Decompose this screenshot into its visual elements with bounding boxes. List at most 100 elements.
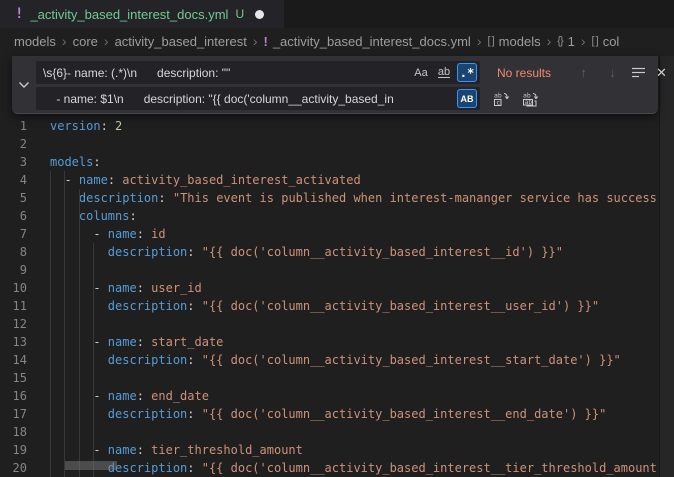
breadcrumb-item[interactable]: [ ] col bbox=[592, 34, 620, 49]
find-in-selection-button[interactable] bbox=[627, 61, 650, 84]
line-number: 17 bbox=[0, 405, 27, 423]
line-number: 19 bbox=[0, 441, 27, 459]
close-find-widget-button[interactable]: ✕ bbox=[650, 61, 673, 84]
indent-guide bbox=[93, 243, 94, 477]
code-line-row[interactable]: 4 - name: activity_based_interest_activa… bbox=[0, 171, 674, 189]
line-number: 3 bbox=[0, 153, 27, 171]
code-line: description: "{{ doc('column__activity_b… bbox=[50, 459, 674, 477]
find-results-status: No results bbox=[487, 61, 551, 84]
code-line-row[interactable]: 6 columns: bbox=[0, 207, 674, 225]
code-line-row[interactable]: 1version: 2 bbox=[0, 117, 674, 135]
line-number: 1 bbox=[0, 117, 27, 135]
breadcrumb-item[interactable]: [ ]models bbox=[488, 34, 541, 49]
find-replace-widget: \s{6}- name: (.*)\n description: "" Aa a… bbox=[12, 56, 658, 114]
symbol-array-icon: [ ] bbox=[488, 35, 494, 47]
code-line-row[interactable]: 2 bbox=[0, 135, 674, 153]
replace-all-button[interactable]: ab ab bbox=[518, 87, 541, 110]
symbol-array-icon: [ ] bbox=[592, 35, 598, 47]
line-number: 10 bbox=[0, 279, 27, 297]
editor-code-area[interactable]: 1version: 223models:4 - name: activity_b… bbox=[0, 117, 674, 477]
vertical-scrollbar-track[interactable] bbox=[659, 56, 674, 477]
code-line-row[interactable]: 11 description: "{{ doc('column__activit… bbox=[0, 297, 674, 315]
code-line-row[interactable]: 7 - name: id bbox=[0, 225, 674, 243]
breadcrumb-item[interactable]: activity_based_interest bbox=[115, 34, 247, 49]
code-line-row[interactable]: 12 bbox=[0, 315, 674, 333]
breadcrumb-separator-icon: › bbox=[102, 33, 111, 49]
line-number: 16 bbox=[0, 387, 27, 405]
line-number: 7 bbox=[0, 225, 27, 243]
whole-word-label: ab bbox=[438, 67, 450, 78]
breadcrumb: models›core›activity_based_interest›!_ac… bbox=[0, 28, 674, 54]
code-line-row[interactable]: 19 - name: tier_threshold_amount bbox=[0, 441, 674, 459]
preserve-case-toggle[interactable]: AB bbox=[457, 89, 477, 108]
code-line: description: "{{ doc('column__activity_b… bbox=[50, 297, 674, 315]
regex-toggle[interactable]: .* bbox=[457, 63, 477, 82]
code-line-row[interactable]: 16 - name: end_date bbox=[0, 387, 674, 405]
code-line: - name: start_date bbox=[50, 333, 674, 351]
yaml-icon: ! bbox=[263, 34, 267, 49]
breadcrumb-separator-icon: › bbox=[60, 33, 69, 49]
horizontal-scrollbar-thumb[interactable] bbox=[65, 461, 117, 470]
whole-word-toggle[interactable]: ab bbox=[434, 63, 454, 82]
replace-button[interactable]: ab c bbox=[489, 87, 512, 110]
git-status-badge: U bbox=[235, 7, 244, 21]
toggle-replace-chevron-icon[interactable] bbox=[12, 56, 36, 113]
yaml-file-icon: ! bbox=[15, 6, 23, 22]
line-number: 13 bbox=[0, 333, 27, 351]
breadcrumb-item-label: col bbox=[603, 34, 620, 49]
indent-guide bbox=[79, 189, 80, 477]
breadcrumb-item[interactable]: {}1 bbox=[557, 34, 575, 49]
code-line: - name: activity_based_interest_activate… bbox=[50, 171, 674, 189]
breadcrumb-separator-icon: › bbox=[251, 33, 260, 49]
line-number: 6 bbox=[0, 207, 27, 225]
breadcrumb-separator-icon: › bbox=[545, 33, 554, 49]
breadcrumb-separator-icon: › bbox=[475, 33, 484, 49]
vscode-window: ! _activity_based_interest_docs.yml U mo… bbox=[0, 0, 674, 477]
code-line: columns: bbox=[50, 207, 674, 225]
code-line: - name: tier_threshold_amount bbox=[50, 441, 674, 459]
tab-active-file[interactable]: ! _activity_based_interest_docs.yml U bbox=[0, 0, 284, 28]
breadcrumb-item[interactable]: !_activity_based_interest_docs.yml bbox=[263, 34, 470, 49]
modified-dot-icon[interactable] bbox=[255, 10, 264, 19]
match-case-toggle[interactable]: Aa bbox=[411, 63, 431, 82]
code-line-row[interactable]: 8 description: "{{ doc('column__activity… bbox=[0, 243, 674, 261]
breadcrumb-item-label: 1 bbox=[568, 34, 575, 49]
code-line-row[interactable]: 15 bbox=[0, 369, 674, 387]
code-line bbox=[50, 315, 674, 333]
code-line-row[interactable]: 10 - name: user_id bbox=[0, 279, 674, 297]
previous-match-button[interactable]: ↑ bbox=[572, 61, 595, 84]
code-line-row[interactable]: 9 bbox=[0, 261, 674, 279]
breadcrumb-item[interactable]: core bbox=[73, 34, 98, 49]
code-line: models: bbox=[50, 153, 674, 171]
line-number: 5 bbox=[0, 189, 27, 207]
line-number: 8 bbox=[0, 243, 27, 261]
code-line-row[interactable]: 3 models: bbox=[0, 153, 674, 171]
code-line-row[interactable]: 17 description: "{{ doc('column__activit… bbox=[0, 405, 674, 423]
code-line-row[interactable]: 14 description: "{{ doc('column__activit… bbox=[0, 351, 674, 369]
find-input[interactable]: \s{6}- name: (.*)\n description: "" Aa a… bbox=[36, 61, 480, 84]
code-line bbox=[50, 369, 674, 387]
find-query-text: \s{6}- name: (.*)\n description: "" bbox=[43, 66, 411, 80]
breadcrumb-item-label: core bbox=[73, 34, 98, 49]
line-number: 4 bbox=[0, 171, 27, 189]
breadcrumb-item-label: activity_based_interest bbox=[115, 34, 247, 49]
code-line-row[interactable]: 5 description: "This event is published … bbox=[0, 189, 674, 207]
indent-guide bbox=[64, 171, 65, 477]
svg-text:c: c bbox=[496, 98, 500, 106]
breadcrumb-item[interactable]: models bbox=[14, 34, 56, 49]
breadcrumb-separator-icon: › bbox=[579, 33, 588, 49]
replace-input[interactable]: - name: $1\n description: "{{ doc('colum… bbox=[36, 87, 480, 110]
code-line-row[interactable]: 18 bbox=[0, 423, 674, 441]
line-number: 11 bbox=[0, 297, 27, 315]
code-line-row[interactable]: 13 - name: start_date bbox=[0, 333, 674, 351]
indent-guide bbox=[50, 171, 51, 477]
code-line: - name: id bbox=[50, 225, 674, 243]
tab-title: _activity_based_interest_docs.yml bbox=[30, 7, 228, 22]
next-match-button[interactable]: ↓ bbox=[601, 61, 624, 84]
replace-value-text: - name: $1\n description: "{{ doc('colum… bbox=[43, 92, 457, 106]
line-number: 9 bbox=[0, 261, 27, 279]
code-line: - name: user_id bbox=[50, 279, 674, 297]
line-number: 14 bbox=[0, 351, 27, 369]
code-line: - name: end_date bbox=[50, 387, 674, 405]
line-number: 18 bbox=[0, 423, 27, 441]
